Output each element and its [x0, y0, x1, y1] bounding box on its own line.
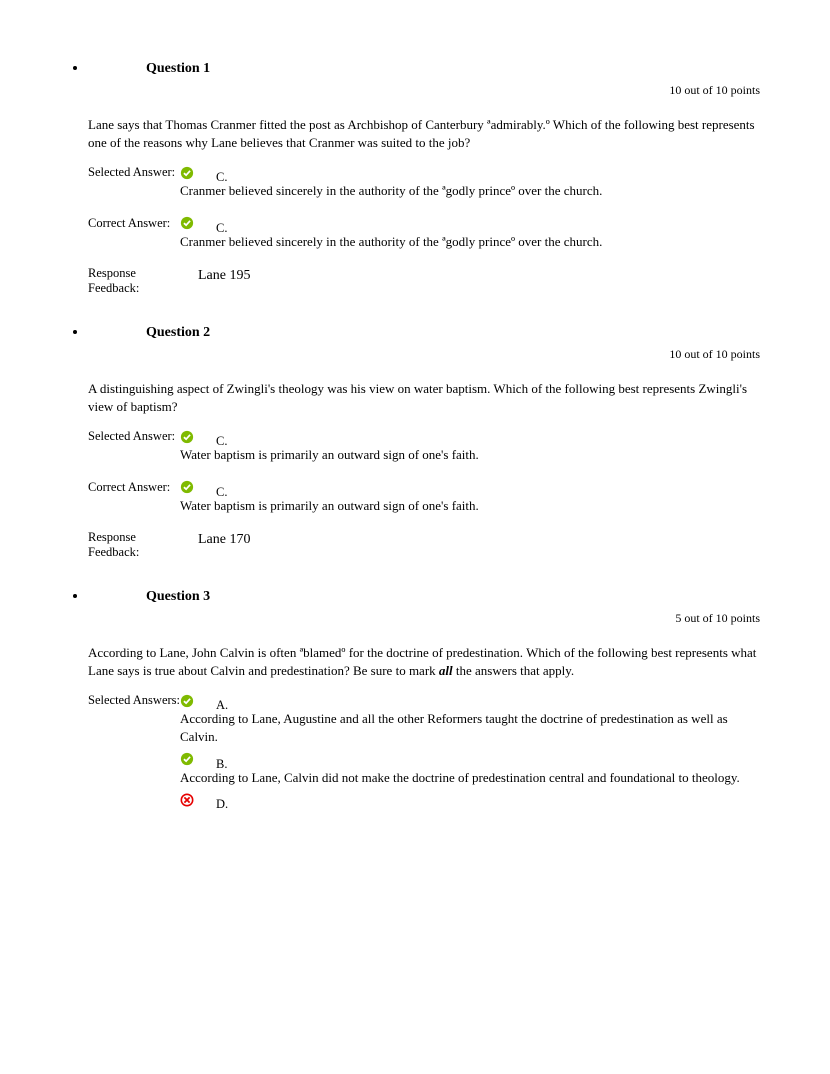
question-score: 10 out of 10 points — [88, 83, 760, 98]
answer-option: C. Water baptism is primarily an outward… — [180, 480, 760, 515]
check-icon — [180, 216, 194, 230]
question-title: Question 2 — [146, 325, 210, 340]
answer-option: C. Cranmer believed sincerely in the aut… — [180, 216, 760, 251]
option-text: Water baptism is primarily an outward si… — [180, 497, 520, 515]
question-item: Question 3 5 out of 10 points According … — [88, 588, 760, 813]
option-text: Cranmer believed sincerely in the author… — [180, 182, 700, 200]
answer-option: D. — [180, 792, 760, 807]
option-letter: B. — [216, 757, 227, 772]
option-letter: C. — [216, 221, 227, 236]
feedback-label: Response Feedback: — [88, 530, 180, 560]
check-icon — [180, 752, 194, 766]
selected-answer-label: Selected Answer: — [88, 165, 180, 180]
answer-option: C. Cranmer believed sincerely in the aut… — [180, 165, 760, 200]
option-letter: C. — [216, 434, 227, 449]
check-icon — [180, 430, 194, 444]
correct-answer-label: Correct Answer: — [88, 216, 180, 231]
question-title: Question 3 — [146, 589, 210, 604]
check-icon — [180, 166, 194, 180]
option-letter: C. — [216, 170, 227, 185]
feedback-text: Lane 195 — [180, 266, 760, 284]
question-prompt: Lane says that Thomas Cranmer fitted the… — [88, 116, 760, 151]
question-score: 5 out of 10 points — [88, 611, 760, 626]
option-letter: A. — [216, 698, 228, 713]
question-item: Question 2 10 out of 10 points A disting… — [88, 324, 760, 560]
question-item: Question 1 10 out of 10 points Lane says… — [88, 60, 760, 296]
selected-answer-label: Selected Answer: — [88, 429, 180, 444]
answer-option: A. According to Lane, Augustine and all … — [180, 693, 760, 745]
feedback-label: Response Feedback: — [88, 266, 180, 296]
cross-icon — [180, 793, 194, 807]
answer-option: B. According to Lane, Calvin did not mak… — [180, 752, 760, 787]
option-text: Cranmer believed sincerely in the author… — [180, 233, 700, 251]
option-letter: D. — [216, 797, 228, 812]
option-text: According to Lane, Calvin did not make t… — [180, 769, 760, 787]
feedback-text: Lane 170 — [180, 530, 760, 548]
question-prompt: According to Lane, John Calvin is often … — [88, 644, 760, 679]
check-icon — [180, 480, 194, 494]
question-prompt: A distinguishing aspect of Zwingli's the… — [88, 380, 760, 415]
question-score: 10 out of 10 points — [88, 347, 760, 362]
answer-option: C. Water baptism is primarily an outward… — [180, 429, 760, 464]
question-title: Question 1 — [146, 61, 210, 76]
option-text: Water baptism is primarily an outward si… — [180, 446, 520, 464]
question-list: Question 1 10 out of 10 points Lane says… — [70, 60, 760, 813]
check-icon — [180, 694, 194, 708]
option-letter: C. — [216, 485, 227, 500]
selected-answers-label: Selected Answers: — [88, 693, 180, 708]
correct-answer-label: Correct Answer: — [88, 480, 180, 495]
option-text: According to Lane, Augustine and all the… — [180, 710, 760, 745]
